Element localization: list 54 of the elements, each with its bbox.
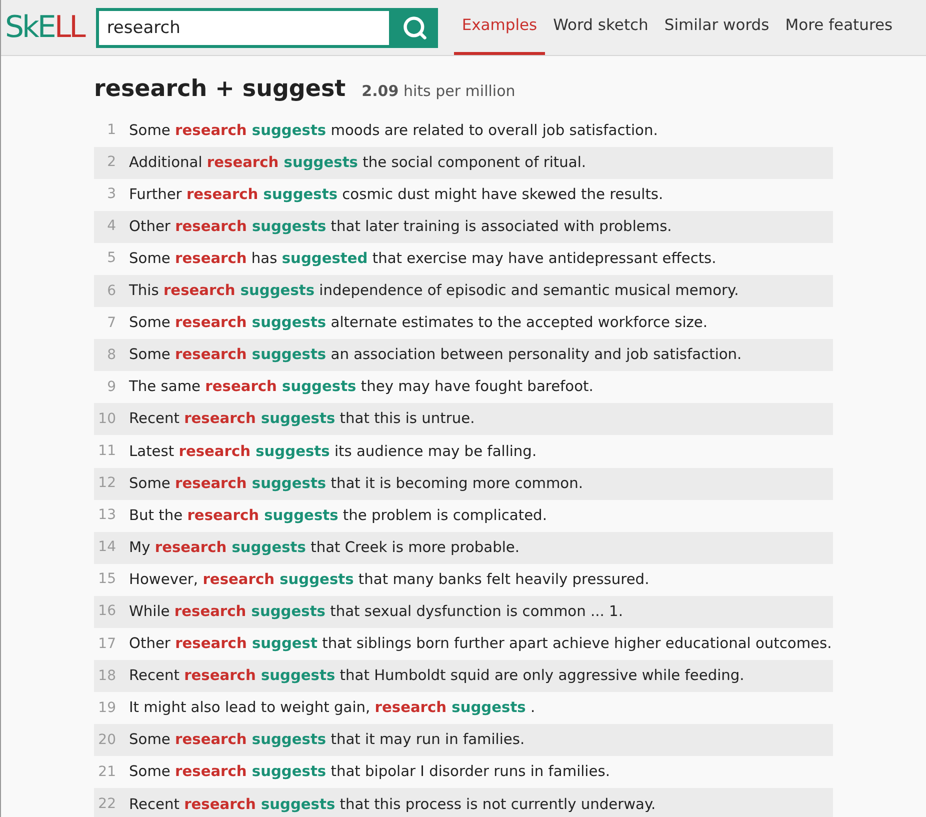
row-number: 5 [106, 249, 116, 268]
example-sentence: But the research suggests the problem is complicated. [129, 506, 547, 526]
row-number: 19 [97, 698, 116, 718]
nav-tab[interactable]: More features [777, 0, 901, 55]
nav-tab[interactable]: Similar words [656, 0, 778, 55]
row-number: 20 [97, 730, 116, 750]
row-number: 17 [97, 634, 116, 654]
row-number: 12 [97, 474, 116, 494]
example-sentence: Some research has suggested that exercise may have antidepressant effects. [129, 248, 716, 269]
example-sentence: While research suggests that sexual dysfunction is common ... 1. [129, 602, 623, 622]
query-title: research + suggest [94, 75, 346, 104]
example-sentence: Other research suggest that siblings born further apart achieve higher educational outcomes. [129, 634, 832, 654]
row-number: 11 [97, 442, 116, 461]
example-sentence: The same research suggests they may have fought barefoot. [129, 377, 594, 398]
row-number: 21 [97, 762, 116, 782]
row-number: 2 [106, 153, 116, 172]
row-number: 18 [97, 666, 116, 686]
hits-count: 2.09 hits per million [362, 81, 516, 102]
row-number: 13 [97, 506, 116, 526]
example-sentence: However, research suggests that many banks felt heavily pressured. [129, 570, 650, 590]
example-sentence: Some research suggests moods are related to overall job satisfaction. [129, 120, 658, 141]
row-number: 7 [106, 314, 116, 333]
row-number: 15 [97, 570, 116, 590]
example-sentence: Some research suggests that it may run in families. [129, 730, 525, 750]
row-number: 16 [97, 602, 116, 622]
logo[interactable]: SkELL [5, 12, 84, 42]
example-sentence: It might also lead to weight gain, research suggests . [129, 698, 536, 718]
example-sentence: Further research suggests cosmic dust might have skewed the results. [129, 184, 664, 205]
example-sentence: Some research suggests that bipolar I disorder runs in families. [129, 762, 610, 782]
row-number: 6 [106, 282, 116, 301]
example-sentence: My research suggests that Creek is more probable. [129, 538, 520, 558]
row-number: 22 [97, 795, 116, 814]
search-button[interactable] [392, 8, 438, 48]
example-sentence: Additional research suggests the social component of ritual. [129, 152, 586, 173]
row-number: 8 [106, 346, 116, 365]
example-sentence: Some research suggests alternate estimates to the accepted workforce size. [129, 313, 708, 334]
example-sentence: Recent research suggests that this process is not currently underway. [129, 794, 656, 815]
example-sentence: This research suggests independence of episodic and semantic musical memory. [129, 281, 739, 302]
example-sentence: Latest research suggests its audience may be falling. [129, 442, 537, 462]
example-sentence: Recent research suggests that Humboldt squid are only aggressive while feeding. [129, 666, 744, 686]
search-field[interactable]: research [96, 8, 392, 48]
nav-tab[interactable]: Word sketch [545, 0, 656, 55]
nav-tab[interactable]: Examples [454, 0, 546, 55]
example-sentence: Recent research suggests that this is untrue. [129, 409, 475, 430]
example-sentence: Some research suggests that it is becoming more common. [129, 474, 583, 494]
example-sentence: Other research suggests that later training is associated with problems. [129, 216, 672, 237]
search-icon [402, 14, 428, 40]
row-number: 9 [106, 378, 116, 397]
row-number: 3 [106, 185, 116, 204]
row-number: 4 [106, 217, 116, 236]
row-number: 1 [106, 121, 116, 140]
row-number: 14 [97, 538, 116, 558]
row-number: 10 [97, 410, 116, 429]
example-sentence: Some research suggests an association between personality and job satisfaction. [129, 345, 742, 366]
